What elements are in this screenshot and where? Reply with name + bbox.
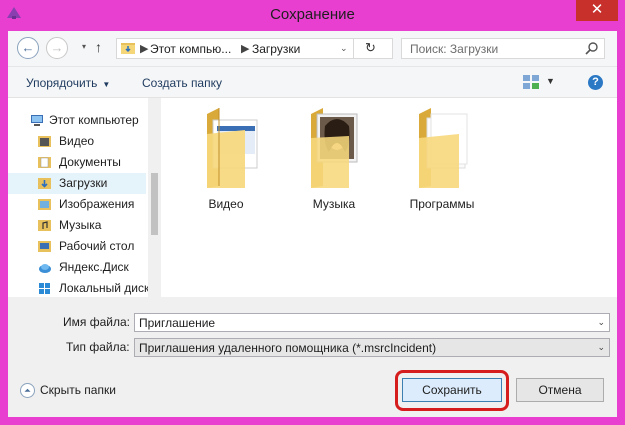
breadcrumb-separator: ▶ — [241, 43, 250, 55]
pictures-folder-icon — [38, 199, 51, 210]
video-folder-icon — [38, 136, 51, 147]
address-dropdown-icon[interactable]: ⌄ — [340, 43, 348, 54]
sidebar-item-desktop[interactable]: Рабочий стол — [8, 236, 146, 257]
file-item-music[interactable]: Музыка — [279, 104, 389, 214]
breadcrumb-separator: ▶ — [140, 43, 149, 55]
breadcrumb-downloads[interactable]: Загрузки — [252, 42, 300, 56]
save-button[interactable]: Сохранить — [402, 378, 502, 402]
title-bar[interactable]: Сохранение ✕ — [0, 0, 625, 31]
divider — [353, 39, 354, 58]
sidebar-item-label: Документы — [59, 155, 121, 169]
new-folder-button[interactable]: Создать папку — [142, 76, 222, 90]
sidebar-scrollbar[interactable] — [148, 98, 161, 297]
recent-locations-arrow[interactable]: ▾ — [82, 42, 86, 51]
filetype-select[interactable]: Приглашения удаленного помощника (*.msrc… — [134, 338, 610, 357]
sidebar-item-this-pc[interactable]: Этот компьютер — [8, 110, 146, 131]
sidebar-item-label: Локальный диск — [59, 281, 150, 295]
sidebar-item-local-disk[interactable]: Локальный диск — [8, 278, 150, 297]
sidebar-item-label: Яндекс.Диск — [59, 260, 129, 274]
filetype-label: Тип файла: — [66, 340, 130, 354]
back-button[interactable]: ← — [17, 37, 39, 59]
sidebar-item-label: Загрузки — [59, 176, 108, 190]
filename-field[interactable]: Приглашение ⌄ — [134, 313, 610, 332]
window-title: Сохранение — [270, 6, 355, 23]
sidebar-item-yandex-disk[interactable]: Яндекс.Диск — [8, 257, 146, 278]
hide-folders-label: Скрыть папки — [40, 383, 116, 397]
sidebar-item-pictures[interactable]: Изображения — [8, 194, 146, 215]
sidebar-item-label: Музыка — [59, 218, 102, 232]
view-dropdown-icon[interactable]: ▼ — [546, 76, 555, 86]
sidebar-item-label: Этот компьютер — [49, 113, 139, 127]
downloads-folder-icon — [38, 178, 51, 189]
navigation-bar: ← → ▾ ↑ ▶ Этот компью... ▶ Загрузки ⌄ ↻ … — [8, 31, 617, 66]
filename-label: Имя файла: — [63, 315, 130, 329]
file-item-programs[interactable]: Программы — [387, 104, 497, 214]
close-button[interactable]: ✕ — [576, 0, 618, 21]
file-item-video[interactable]: Видео — [171, 104, 281, 214]
video-folder-icon — [207, 108, 258, 188]
sidebar-item-label: Видео — [59, 134, 95, 148]
organize-label: Упорядочить — [26, 76, 98, 90]
computer-icon — [31, 115, 43, 126]
breadcrumb-this-pc[interactable]: Этот компью... — [150, 42, 231, 56]
chevron-up-icon — [20, 383, 35, 398]
dialog-body: ← → ▾ ↑ ▶ Этот компью... ▶ Загрузки ⌄ ↻ … — [8, 31, 617, 417]
sidebar-item-downloads[interactable]: Загрузки — [8, 173, 146, 194]
navigation-pane: Этот компьютер Видео Документы Загрузки … — [8, 98, 161, 297]
save-dialog: Сохранение ✕ ← → ▾ ↑ ▶ Этот компью... ▶ … — [0, 0, 625, 425]
sidebar-item-label: Рабочий стол — [59, 239, 135, 253]
filetype-value: Приглашения удаленного помощника (*.msrc… — [139, 341, 437, 355]
documents-folder-icon — [38, 157, 51, 168]
downloads-folder-icon — [121, 43, 135, 54]
music-folder-icon — [311, 108, 358, 188]
help-icon[interactable]: ? — [588, 75, 603, 90]
sidebar-item-video[interactable]: Видео — [8, 131, 146, 152]
file-item-label: Музыка — [312, 197, 356, 211]
windows-drive-icon — [39, 283, 50, 294]
programs-folder-icon — [419, 108, 468, 188]
organize-menu[interactable]: Упорядочить ▼ — [26, 76, 110, 90]
chevron-down-icon: ▼ — [102, 80, 111, 89]
chevron-down-icon: ⌄ — [597, 342, 605, 352]
search-icon — [585, 42, 598, 55]
refresh-icon[interactable]: ↻ — [365, 40, 376, 56]
sidebar-item-music[interactable]: Музыка — [8, 215, 146, 236]
yandex-disk-icon — [39, 264, 51, 273]
music-folder-icon — [38, 220, 51, 231]
desktop-folder-icon — [38, 241, 51, 252]
scrollbar-thumb[interactable] — [151, 173, 158, 235]
view-options-icon[interactable] — [523, 75, 539, 90]
file-item-label: Видео — [208, 197, 244, 211]
sidebar-item-documents[interactable]: Документы — [8, 152, 146, 173]
cancel-button[interactable]: Отмена — [516, 378, 604, 402]
up-button[interactable]: ↑ — [95, 39, 102, 55]
sidebar-item-label: Изображения — [59, 197, 135, 211]
search-placeholder: Поиск: Загрузки — [410, 42, 499, 56]
file-list: Видео Музыка Программы — [161, 98, 617, 297]
file-item-label: Программы — [409, 197, 475, 211]
command-bar: Упорядочить ▼ Создать папку ▼ ? — [8, 66, 617, 98]
filename-value: Приглашение — [139, 316, 216, 330]
address-bar[interactable]: ▶ Этот компью... ▶ Загрузки ⌄ ↻ — [116, 38, 393, 59]
forward-button[interactable]: → — [46, 37, 68, 59]
chevron-down-icon[interactable]: ⌄ — [597, 317, 605, 328]
search-input[interactable]: Поиск: Загрузки — [401, 38, 605, 59]
